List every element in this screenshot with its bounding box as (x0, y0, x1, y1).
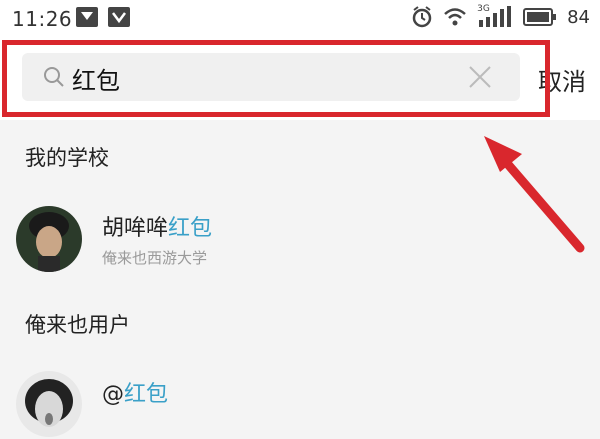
result-subtitle: 俺来也西游大学 (102, 249, 208, 267)
status-notification-icons (76, 7, 130, 27)
result-name: 胡哞哞红包 (102, 210, 212, 242)
section-header-my-school: 我的学校 (25, 146, 109, 170)
arrow-annotation-icon (484, 136, 585, 253)
avatar (16, 206, 82, 272)
result-name-highlight: 红包 (124, 382, 169, 407)
alarm-icon (412, 6, 432, 28)
highlight-annotation-box (2, 40, 550, 117)
signal-bars-icon (479, 6, 512, 27)
avatar (16, 371, 82, 437)
result-name-highlight: 红包 (168, 216, 213, 241)
result-name-prefix: @ (102, 382, 124, 407)
section-header-users: 俺来也用户 (25, 313, 130, 337)
status-bar: 11:26 3G 84 (0, 0, 600, 38)
status-time: 11:26 (12, 7, 73, 31)
cellular-signal: 3G (477, 4, 513, 28)
status-right-icons: 3G 84 (411, 4, 590, 28)
result-name-prefix: 胡哞哞 (102, 216, 169, 241)
avatar-photo-icon (16, 206, 82, 272)
message-notification-icon (76, 7, 98, 27)
shield-notification-icon (108, 7, 130, 27)
battery-icon (523, 8, 557, 26)
battery-percent: 84 (567, 6, 590, 28)
wifi-icon (444, 8, 466, 26)
avatar-photo-icon (16, 371, 82, 437)
result-name: @红包 (102, 376, 168, 408)
